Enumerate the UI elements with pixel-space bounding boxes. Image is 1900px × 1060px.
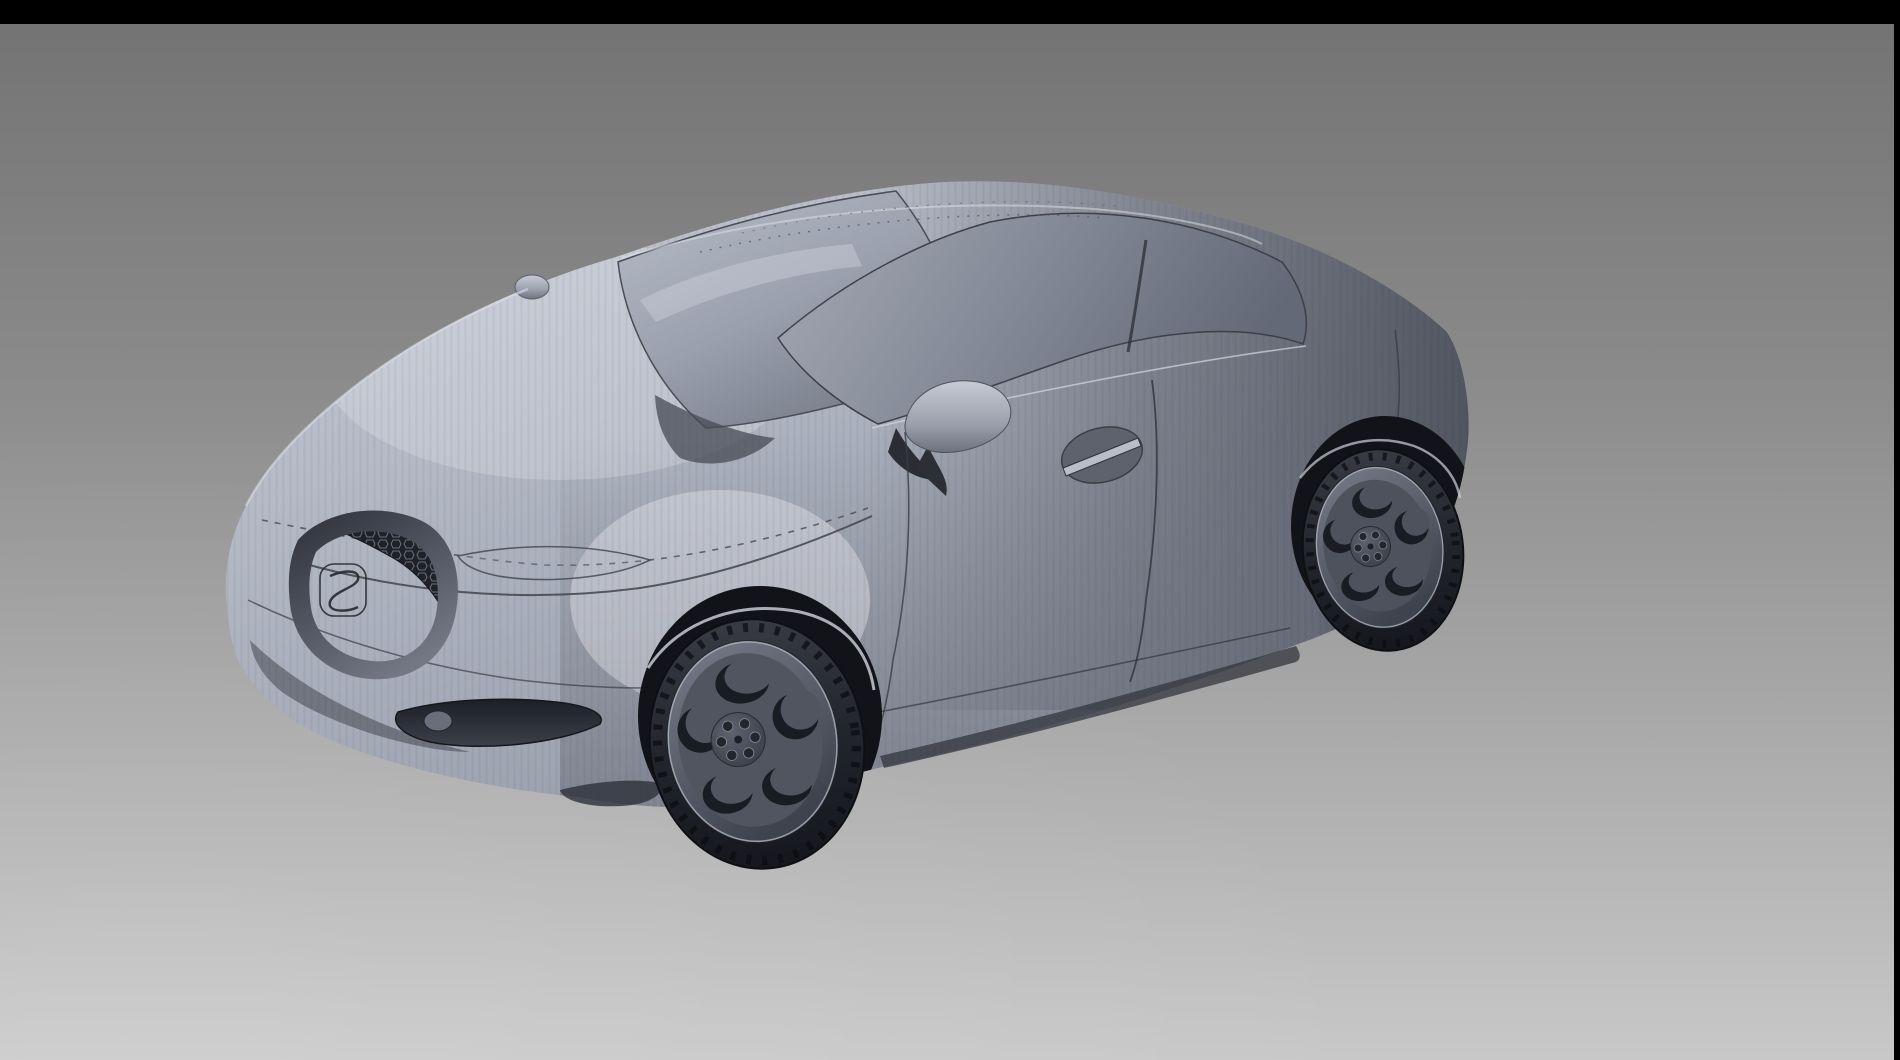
viewport-3d[interactable] <box>0 0 1900 1060</box>
fog-light <box>424 711 452 731</box>
top-letterbox-bar <box>0 0 1900 24</box>
right-letterbox-bar <box>1894 0 1900 1060</box>
far-mirror <box>515 275 549 299</box>
